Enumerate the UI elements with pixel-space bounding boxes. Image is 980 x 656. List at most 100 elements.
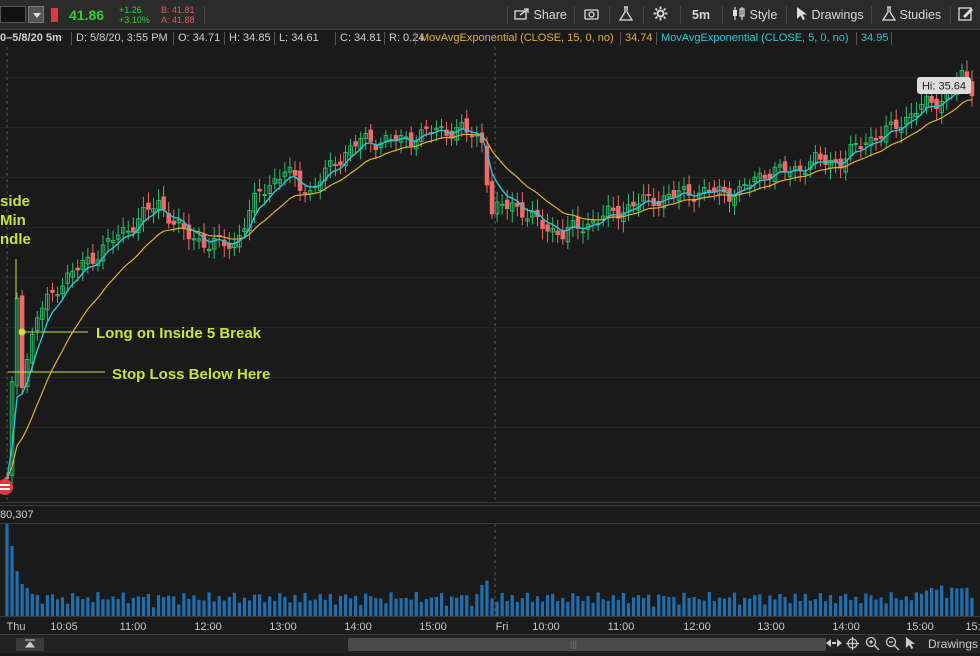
candle-body — [50, 289, 55, 293]
volume-bar — [298, 602, 302, 616]
volume-bar — [929, 587, 934, 616]
volume-bar — [424, 599, 428, 616]
toolbar-divider — [950, 6, 951, 24]
drawings-button[interactable]: Drawings — [796, 0, 864, 30]
style-button[interactable]: Style — [731, 0, 777, 30]
volume-bar — [566, 601, 570, 616]
bar-open: O: 34.71 — [178, 32, 221, 44]
volume-bar — [935, 589, 939, 616]
annotation-long-entry: Long on Inside 5 Break — [96, 325, 262, 342]
time-axis-label: 12:00 — [194, 621, 222, 633]
zoom-out-button[interactable] — [885, 635, 900, 654]
alert-icon-bar — [0, 488, 10, 490]
volume-bar — [854, 596, 858, 616]
volume-bar — [899, 599, 903, 616]
volume-bar — [727, 597, 732, 616]
volume-bar — [439, 593, 444, 616]
candle-body — [469, 135, 475, 138]
volume-bar — [515, 601, 519, 616]
volume-bar — [394, 598, 398, 616]
settings-button[interactable] — [653, 0, 668, 30]
volume-bar — [146, 593, 151, 616]
volume-bar — [485, 580, 489, 616]
bar-high: H: 34.85 — [229, 32, 271, 44]
bar-info-strip: 0–5/8/20 5m D: 5/8/20, 3:55 PM O: 34.71 … — [0, 30, 980, 47]
volume-bar — [970, 597, 974, 616]
ema5-label[interactable]: MovAvgExponential (CLOSE, 5, 0, no) — [661, 30, 849, 47]
bid-price: B: 41.81 — [161, 5, 195, 15]
scroll-thumb[interactable]: ||| — [348, 638, 826, 651]
study-editor-button[interactable] — [958, 0, 974, 30]
gear-icon — [653, 6, 668, 21]
volume-bar — [5, 524, 9, 616]
volume-bar — [237, 602, 242, 616]
interval-button[interactable]: 5m — [692, 0, 710, 30]
drawing-tools-button[interactable]: Drawings — [924, 635, 980, 654]
volume-bar — [313, 599, 317, 616]
candle-body — [131, 227, 136, 233]
toolbar-divider — [722, 6, 723, 24]
ema15-label[interactable]: MovAvgExponential (CLOSE, 15, 0, no) — [420, 30, 614, 47]
volume-bar — [131, 597, 135, 616]
volume-bar — [793, 593, 797, 616]
volume-bar — [187, 598, 191, 616]
volume-bar — [66, 603, 70, 616]
share-button[interactable]: Share — [514, 0, 567, 30]
volume-bar — [647, 594, 651, 616]
volume-bar — [106, 599, 110, 616]
snapshot-button[interactable] — [584, 0, 600, 30]
info-divider — [656, 32, 657, 45]
drawing-tools-label: Drawings — [927, 637, 978, 651]
info-divider — [335, 32, 336, 45]
volume-bar — [813, 599, 817, 616]
symbol-input[interactable] — [0, 6, 26, 23]
annotation-stop-loss: Stop Loss Below Here — [112, 366, 271, 383]
volume-bar — [308, 600, 312, 616]
volume-bar — [414, 592, 418, 616]
pointer-tool-button[interactable] — [905, 635, 916, 654]
volume-bar — [798, 600, 802, 616]
chart-scrollbar[interactable]: ||| Drawings — [0, 634, 980, 653]
volume-bar — [450, 596, 454, 616]
net-change: +1.26 — [119, 5, 142, 15]
volume-bar — [96, 592, 100, 616]
volume-bar — [919, 593, 924, 616]
pan-button[interactable] — [826, 635, 842, 654]
volume-bar — [409, 599, 413, 616]
flask-icon — [618, 6, 634, 21]
studies-button[interactable]: Studies — [881, 0, 941, 30]
price-change: +1.26 +3.10% — [119, 5, 150, 25]
candle-body — [515, 202, 520, 207]
volume-bar — [30, 594, 34, 616]
volume-bar — [202, 600, 206, 616]
volume-bar — [177, 604, 181, 616]
time-axis-label: 15:00 — [906, 621, 934, 633]
volume-bar — [76, 596, 80, 616]
thinkscript-lab-button[interactable] — [618, 0, 634, 30]
volume-bar — [677, 604, 681, 616]
ema5-value: 34.95 — [861, 32, 889, 44]
volume-bar — [343, 594, 348, 616]
volume-bar — [338, 596, 343, 616]
volume-bar — [333, 604, 338, 616]
volume-bar — [35, 595, 39, 616]
zoom-in-button[interactable] — [865, 635, 880, 654]
candle-body — [611, 207, 616, 211]
volume-bar — [894, 598, 898, 616]
volume-bar — [136, 596, 140, 616]
grip-icon: ||| — [570, 639, 578, 649]
symbol-dropdown-button[interactable] — [28, 6, 44, 23]
pan-arrows-icon — [826, 639, 842, 647]
price-chart[interactable]: Hi: 35.64 — [0, 47, 980, 503]
crosshair-button[interactable] — [846, 635, 859, 654]
candle-body — [353, 141, 358, 147]
top-toolbar: 41.86 +1.26 +3.10% B: 41.81 A: 41.88 Sha… — [0, 0, 980, 30]
volume-chart[interactable]: 80,307 Thu 10:05 11:00 12:00 13:00 14:00 15:00… — [0, 505, 980, 634]
flag-icon[interactable] — [51, 8, 58, 22]
scroll-left-button[interactable] — [16, 638, 44, 651]
camera-icon — [584, 9, 599, 20]
info-divider — [415, 32, 416, 45]
volume-bar — [399, 598, 403, 616]
volume-bar — [470, 605, 474, 616]
volume-bar — [252, 594, 257, 616]
